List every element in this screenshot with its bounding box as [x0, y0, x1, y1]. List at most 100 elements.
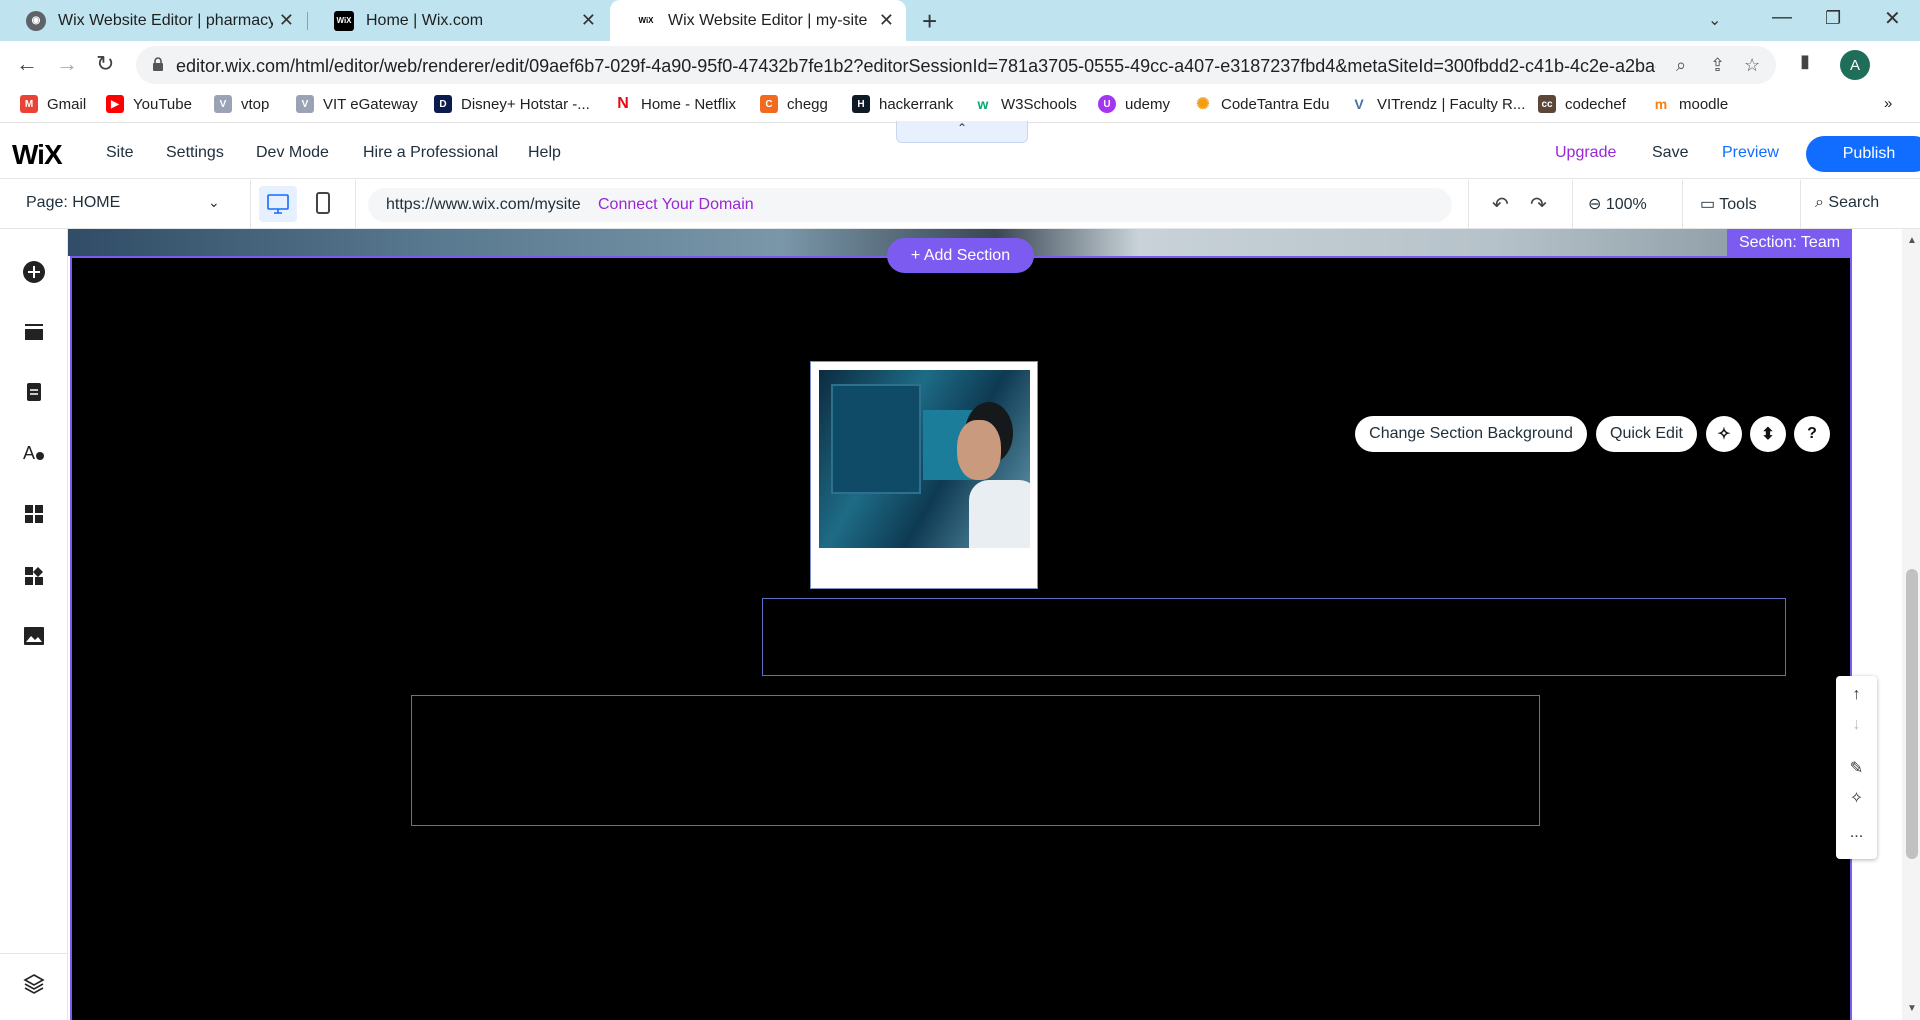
save-button[interactable]: Save	[1652, 144, 1688, 162]
forward-icon[interactable]: →	[56, 51, 78, 77]
bookmark-youtube[interactable]: ▶ YouTube	[106, 95, 192, 113]
chevron-up-icon: ⌃	[956, 121, 968, 135]
edit-pencil-icon[interactable]: ✎	[1836, 758, 1877, 778]
wix-secondary-bar: Page: HOME ⌄ https://www.wix.com/mysite …	[0, 180, 1920, 229]
page-selector[interactable]: Page: HOME	[26, 194, 120, 212]
undo-icon[interactable]: ↶	[1492, 192, 1509, 217]
menu-settings[interactable]: Settings	[166, 144, 224, 162]
bookmark-hackerrank[interactable]: Hhackerrank	[852, 95, 953, 113]
netflix-icon: N	[614, 95, 632, 113]
desktop-view-button[interactable]	[259, 186, 297, 222]
wix-favicon-icon: WiX	[636, 10, 656, 31]
close-window-icon[interactable]: ✕	[1884, 6, 1901, 31]
left-toolbar: A	[0, 229, 68, 1020]
quick-edit-button[interactable]: Quick Edit	[1596, 416, 1697, 452]
bookmark-codechef[interactable]: cc codechef	[1538, 95, 1626, 113]
add-section-button[interactable]: + Add Section	[887, 238, 1034, 273]
section-side-toolbar: ↑ ↓ ✎ ✧ ...	[1836, 676, 1877, 859]
bookmark-netflix[interactable]: N Home - Netflix	[614, 95, 736, 113]
move-down-icon[interactable]: ↓	[1836, 716, 1877, 734]
bookmark-codetantra[interactable]: ✺ CodeTantra Edu	[1194, 95, 1329, 113]
menu-help[interactable]: Help	[528, 144, 561, 162]
wix-logo: WiX	[12, 139, 63, 170]
close-tab-icon[interactable]: ✕	[581, 10, 596, 31]
bookmark-w3schools[interactable]: w W3Schools	[974, 95, 1077, 113]
browser-tab-2[interactable]: WiX Home | Wix.com ✕	[308, 0, 608, 41]
avatar[interactable]: A	[1840, 50, 1870, 80]
w3schools-icon: w	[974, 95, 992, 113]
bookmark-vtop[interactable]: Vvtop	[214, 95, 269, 113]
moodle-icon: m	[1652, 95, 1670, 113]
redo-icon[interactable]: ↷	[1530, 192, 1547, 217]
layers-icon[interactable]	[21, 971, 47, 997]
team-photo-frame[interactable]	[810, 361, 1038, 589]
bookmark-star-icon[interactable]: ☆	[1744, 55, 1760, 76]
move-up-icon[interactable]: ↑	[1836, 686, 1877, 704]
theme-icon[interactable]: A	[21, 439, 47, 465]
lock-icon	[153, 57, 163, 71]
empty-text-box[interactable]	[762, 598, 1786, 676]
team-section[interactable]: Change Section Background Quick Edit ✧ ⬍…	[70, 256, 1877, 1020]
business-tools-icon[interactable]	[21, 563, 47, 589]
scroll-up-icon[interactable]: ▲	[1907, 235, 1917, 246]
add-section-icon[interactable]	[21, 319, 47, 345]
close-tab-icon[interactable]: ✕	[279, 10, 294, 31]
magic-wand-icon[interactable]: ✧	[1706, 416, 1742, 452]
zoom-icon[interactable]: ⌕	[1676, 55, 1686, 76]
new-tab-button[interactable]: +	[922, 6, 937, 37]
add-elements-icon[interactable]	[21, 259, 47, 285]
publish-button[interactable]: Publish	[1806, 136, 1920, 172]
reload-icon[interactable]: ↻	[96, 51, 114, 77]
collapse-toolbar-button[interactable]: ⌃	[896, 121, 1028, 143]
change-section-background-button[interactable]: Change Section Background	[1355, 416, 1587, 452]
apps-icon[interactable]	[21, 501, 47, 527]
bookmark-vitrendz[interactable]: V VITrendz | Faculty R...	[1350, 95, 1525, 113]
media-icon[interactable]	[21, 623, 47, 649]
mobile-view-button[interactable]	[316, 192, 330, 214]
preview-button[interactable]: Preview	[1722, 144, 1779, 162]
vit-icon: V	[214, 95, 232, 113]
bookmark-moodle[interactable]: m moodle	[1652, 95, 1728, 113]
url-field[interactable]: editor.wix.com/html/editor/web/renderer/…	[136, 46, 1776, 84]
menu-site[interactable]: Site	[106, 144, 134, 162]
tools-button[interactable]: ▭ Tools	[1700, 194, 1757, 214]
connect-domain-link[interactable]: Connect Your Domain	[598, 196, 754, 214]
bookmark-gmail[interactable]: M Gmail	[20, 95, 86, 113]
empty-text-box[interactable]	[411, 695, 1540, 826]
help-icon[interactable]: ?	[1794, 416, 1830, 452]
site-url: https://www.wix.com/mysite	[386, 196, 581, 213]
tools-icon: ▭	[1700, 196, 1720, 213]
magic-wand-icon[interactable]: ✧	[1836, 788, 1877, 808]
side-panel-icon[interactable]: ▮	[1800, 51, 1810, 72]
upgrade-button[interactable]: Upgrade	[1555, 144, 1616, 162]
browser-tab-3-active[interactable]: WiX Wix Website Editor | my-site ✕	[610, 0, 906, 41]
browser-tab-1[interactable]: ◉ Wix Website Editor | pharmacy-a ✕	[0, 0, 306, 41]
menu-dev-mode[interactable]: Dev Mode	[256, 144, 329, 162]
bookmark-vit-egateway[interactable]: V VIT eGateway	[296, 95, 418, 113]
canvas-scrollbar[interactable]: ▲ ▼	[1902, 229, 1920, 1020]
bookmark-chegg[interactable]: Cchegg	[760, 95, 828, 113]
zoom-control[interactable]: ⊖ 100%	[1588, 194, 1647, 214]
back-icon[interactable]: ←	[16, 51, 38, 77]
restore-icon[interactable]: ❐	[1825, 8, 1841, 29]
monitor-image-part	[831, 384, 921, 494]
menu-hire-professional[interactable]: Hire a Professional	[363, 144, 498, 162]
editor-canvas[interactable]: Change Section Background Quick Edit ✧ ⬍…	[68, 229, 1920, 1020]
scrollbar-thumb[interactable]	[1906, 569, 1918, 859]
person-image-part	[957, 420, 1001, 480]
search-button[interactable]: ⌕ Search	[1815, 194, 1879, 212]
divider	[250, 180, 251, 229]
arrange-icon[interactable]: ⬍	[1750, 416, 1786, 452]
bookmark-hotstar[interactable]: D Disney+ Hotstar -...	[434, 95, 590, 113]
tab-search-icon[interactable]: ⌄	[1708, 10, 1721, 30]
share-icon[interactable]: ⇪	[1710, 55, 1725, 76]
chevron-down-icon[interactable]: ⌄	[208, 194, 220, 211]
more-options-icon[interactable]: ...	[1836, 824, 1877, 842]
scroll-down-icon[interactable]: ▼	[1907, 1003, 1917, 1014]
bookmark-udemy[interactable]: Uudemy	[1098, 95, 1170, 113]
bookmarks-more-button[interactable]: »	[1884, 95, 1892, 112]
youtube-icon: ▶	[106, 95, 124, 113]
close-tab-icon[interactable]: ✕	[879, 10, 894, 31]
minimize-icon[interactable]: —	[1772, 6, 1792, 29]
pages-icon[interactable]	[21, 379, 47, 405]
